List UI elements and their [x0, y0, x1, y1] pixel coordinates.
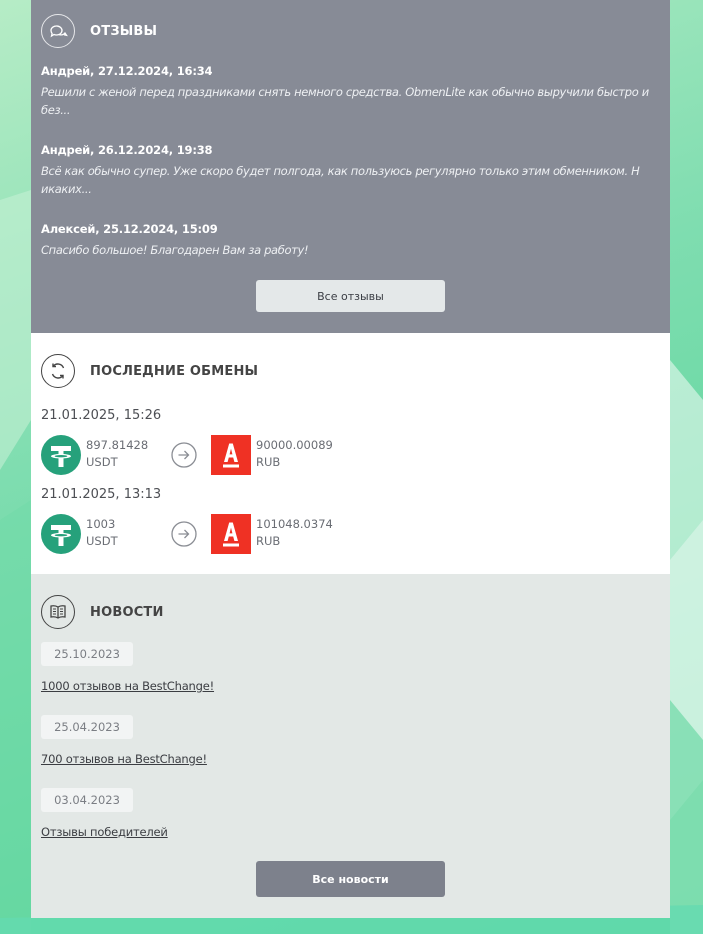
chat-bubbles-icon — [41, 14, 75, 48]
all-news-button[interactable]: Все новости — [256, 861, 445, 897]
exchange-row: 1003 USDT 101048.0374 RUB — [41, 514, 361, 554]
news-date-badge: 03.04.2023 — [41, 788, 133, 812]
tether-usdt-icon — [41, 514, 81, 554]
refresh-cycle-icon — [41, 354, 75, 388]
tether-usdt-icon — [41, 435, 81, 475]
exchanges-title: ПОСЛЕДНИЕ ОБМЕНЫ — [90, 363, 259, 379]
from-currency: USDT — [86, 455, 118, 469]
open-book-icon — [41, 595, 75, 629]
arrow-right-icon — [171, 442, 197, 468]
last-exchanges-section: ПОСЛЕДНИЕ ОБМЕНЫ 21.01.2025, 15:26 897.8… — [31, 333, 670, 574]
review-item: Алексей, 25.12.2024, 15:09 Спасибо больш… — [41, 222, 663, 259]
review-author: Андрей, 26.12.2024, 19:38 — [41, 143, 213, 157]
review-author: Алексей, 25.12.2024, 15:09 — [41, 222, 218, 236]
exchanges-header: ПОСЛЕДНИЕ ОБМЕНЫ — [41, 354, 258, 388]
review-text: Спасибо большое! Благодарен Вам за работ… — [41, 243, 309, 257]
content-column: ОТЗЫВЫ Андрей, 27.12.2024, 16:34 Решили … — [31, 0, 670, 918]
all-reviews-button[interactable]: Все отзывы — [256, 280, 445, 312]
from-amount: 897.81428 — [86, 438, 149, 452]
review-item: Андрей, 27.12.2024, 16:34 Решили с женой… — [41, 64, 663, 119]
news-link[interactable]: 1000 отзывов на BestChange! — [41, 679, 214, 693]
exchange-date: 21.01.2025, 15:26 — [41, 408, 162, 423]
news-title: НОВОСТИ — [90, 604, 164, 620]
review-text: Решили с женой перед праздниками снять н… — [41, 85, 649, 117]
news-header: НОВОСТИ — [41, 595, 164, 629]
review-author: Андрей, 27.12.2024, 16:34 — [41, 64, 213, 78]
reviews-header: ОТЗЫВЫ — [41, 14, 157, 48]
news-link[interactable]: 700 отзывов на BestChange! — [41, 752, 207, 766]
news-date-badge: 25.10.2023 — [41, 642, 133, 666]
review-item: Андрей, 26.12.2024, 19:38 Всё как обычно… — [41, 143, 663, 198]
news-section: НОВОСТИ 25.10.2023 1000 отзывов на BestC… — [31, 574, 670, 918]
reviews-title: ОТЗЫВЫ — [90, 23, 158, 39]
from-amount: 1003 — [86, 517, 116, 531]
to-amount: 101048.0374 — [256, 517, 333, 531]
to-amount: 90000.00089 — [256, 438, 333, 452]
to-currency: RUB — [256, 455, 281, 469]
exchange-date: 21.01.2025, 13:13 — [41, 487, 162, 502]
to-currency: RUB — [256, 534, 281, 548]
reviews-section: ОТЗЫВЫ Андрей, 27.12.2024, 16:34 Решили … — [31, 0, 670, 333]
exchange-row: 897.81428 USDT 90000.00089 RUB — [41, 435, 361, 475]
review-text: Всё как обычно супер. Уже скоро будет по… — [41, 164, 640, 196]
alfa-bank-icon — [211, 435, 251, 475]
news-link[interactable]: Отзывы победителей — [41, 825, 168, 839]
arrow-right-icon — [171, 521, 197, 547]
from-currency: USDT — [86, 534, 118, 548]
alfa-bank-icon — [211, 514, 251, 554]
news-date-badge: 25.04.2023 — [41, 715, 133, 739]
